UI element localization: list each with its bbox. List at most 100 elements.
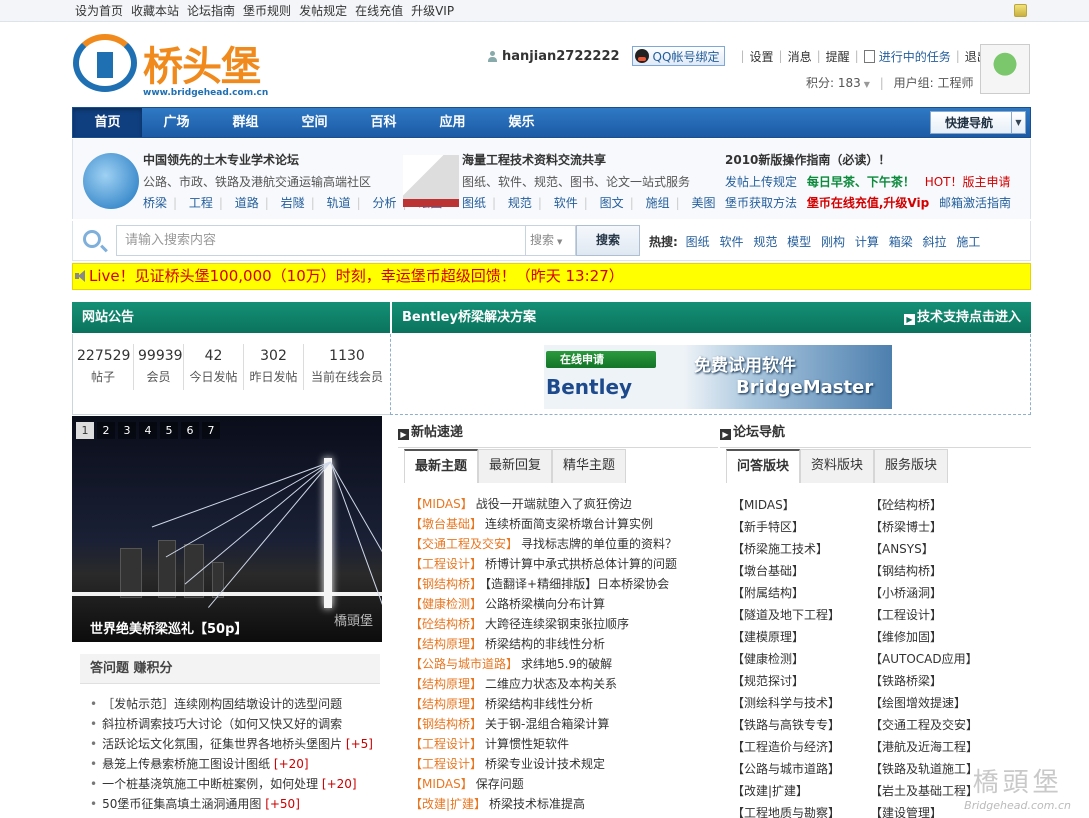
quick-nav-button[interactable]: 快捷导航 ▼ — [930, 111, 1026, 134]
guide-link[interactable]: 发帖上传规定 — [725, 175, 797, 189]
post-title[interactable]: 【造翻译+精细排版】日本桥梁协会 — [485, 577, 669, 591]
post-category[interactable]: 【MIDAS】 — [410, 497, 473, 511]
set-homepage-link[interactable]: 设为首页 — [75, 2, 123, 19]
post-category[interactable]: 【交通工程及交安】 — [410, 537, 518, 551]
guide-link[interactable]: 每日早茶、下午茶！ — [807, 175, 915, 189]
board-link[interactable]: 【砼结构桥】 — [870, 494, 1008, 516]
post-title[interactable]: 计算惯性矩软件 — [485, 737, 569, 751]
post-category[interactable]: 【钢结构桥】 — [410, 717, 482, 731]
list-item[interactable]: 【钢结构桥】 【造翻译+精细排版】日本桥梁协会 — [410, 574, 710, 594]
post-category[interactable]: 【工程设计】 — [410, 737, 482, 751]
slide-page[interactable]: 4 — [139, 422, 157, 439]
tag-link[interactable]: 软件 — [554, 196, 578, 210]
hot-link[interactable]: 图纸 — [686, 235, 710, 249]
post-title[interactable]: 战役一开端就堕入了疯狂傍边 — [476, 497, 632, 511]
slide-caption[interactable]: 世界绝美桥梁巡礼【50p】 — [90, 618, 247, 637]
list-item[interactable]: 【健康检测】 公路桥梁横向分布计算 — [410, 594, 710, 614]
board-link[interactable]: 【港航及近海工程】 — [870, 736, 1008, 758]
list-item[interactable]: 【钢结构桥】 关于钢-混组合箱梁计算 — [410, 714, 710, 734]
post-title[interactable]: 公路桥梁横向分布计算 — [485, 597, 605, 611]
list-item[interactable]: ［发帖示范］连续刚构固结墩设计的选型问题 — [90, 694, 390, 714]
tag-link[interactable]: 轨道 — [327, 196, 351, 210]
settings-link[interactable]: 设置 — [750, 48, 774, 65]
bentley-title[interactable]: Bentley桥梁解决方案 — [402, 310, 536, 325]
hot-link[interactable]: 斜拉 — [923, 235, 947, 249]
post-title[interactable]: 二维应力状态及本构关系 — [485, 677, 617, 691]
post-title[interactable]: 大跨径连续梁钢束张拉顺序 — [485, 617, 629, 631]
post-title[interactable]: 寻找标志牌的单位重的资料？ — [521, 537, 677, 551]
post-category[interactable]: 【结构原理】 — [410, 697, 482, 711]
tasks-link[interactable]: 进行中的任务 — [879, 48, 951, 65]
site-logo[interactable]: 桥头堡 www.bridgehead.com.cn — [73, 32, 268, 102]
promo-title[interactable]: 2010新版操作指南（必读）！ — [725, 151, 1025, 168]
bookmark-link[interactable]: 收藏本站 — [131, 2, 179, 19]
tab-latest-topics[interactable]: 最新主题 — [404, 449, 479, 483]
list-item[interactable]: 【结构原理】 桥梁结构的非线性分析 — [410, 634, 710, 654]
points-display[interactable]: 积分: 183 — [806, 76, 861, 90]
post-category[interactable]: 【改建|扩建】 — [410, 797, 486, 811]
post-title[interactable]: 保存问题 — [476, 777, 524, 791]
avatar[interactable] — [980, 44, 1030, 94]
bentley-banner[interactable]: 在线申请 Bentley 免费试用软件 BridgeMaster — [544, 345, 892, 409]
coin-rules-link[interactable]: 堡币规则 — [243, 2, 291, 19]
board-link[interactable]: 【测绘科学与技术】 — [732, 692, 870, 714]
tag-link[interactable]: 图纸 — [462, 196, 486, 210]
list-item[interactable]: 【MIDAS】 战役一开端就堕入了疯狂傍边 — [410, 494, 710, 514]
board-link[interactable]: 【交通工程及交安】 — [870, 714, 1008, 736]
board-link[interactable]: 【ANSYS】 — [870, 538, 1008, 560]
promo-title[interactable]: 中国领先的土木专业学术论坛 — [143, 151, 393, 168]
board-link[interactable]: 【隧道及地下工程】 — [732, 604, 870, 626]
tag-link[interactable]: 岩隧 — [281, 196, 305, 210]
post-category[interactable]: 【结构原理】 — [410, 637, 482, 651]
board-link[interactable]: 【小桥涵洞】 — [870, 582, 1008, 604]
list-item[interactable]: 【MIDAS】 保存问题 — [410, 774, 710, 794]
slide-page[interactable]: 2 — [97, 422, 115, 439]
tag-link[interactable]: 道路 — [235, 196, 259, 210]
slide-page[interactable]: 1 — [76, 422, 94, 439]
post-category[interactable]: 【砼结构桥】 — [410, 617, 482, 631]
support-link[interactable]: ▶ 技术支持点击进入 — [903, 302, 1021, 333]
hot-link[interactable]: 软件 — [719, 235, 743, 249]
search-scope-select[interactable]: 搜索 — [526, 225, 576, 256]
board-link[interactable]: 【新手特区】 — [732, 516, 870, 538]
board-link[interactable]: 【工程地质与勘察】 — [732, 802, 870, 818]
post-title[interactable]: 求纬地5.9的破解 — [521, 657, 612, 671]
tag-link[interactable]: 美图 — [691, 196, 715, 210]
hot-link[interactable]: 箱梁 — [889, 235, 913, 249]
list-item[interactable]: 【墩台基础】 连续桥面简支梁桥墩台计算实例 — [410, 514, 710, 534]
post-title[interactable]: 桥梁专业设计技术规定 — [485, 757, 605, 771]
nav-groups[interactable]: 群组 — [211, 108, 280, 137]
guide-link[interactable]: 邮箱激活指南 — [939, 196, 1011, 210]
post-rules-link[interactable]: 发帖规定 — [299, 2, 347, 19]
nav-space[interactable]: 空间 — [280, 108, 349, 137]
board-link[interactable]: 【公路与城市道路】 — [732, 758, 870, 780]
slide-page[interactable]: 3 — [118, 422, 136, 439]
search-button[interactable]: 搜索 — [576, 225, 640, 256]
board-link[interactable]: 【绘图增效提速】 — [870, 692, 1008, 714]
board-link[interactable]: 【附属结构】 — [732, 582, 870, 604]
list-item[interactable]: 斜拉桥调索技巧大讨论（如何又快又好的调索 — [90, 714, 390, 734]
post-title[interactable]: 桥博计算中承式拱桥总体计算的问题 — [485, 557, 677, 571]
list-item[interactable]: 【结构原理】 桥梁结构非线性分析 — [410, 694, 710, 714]
upgrade-vip-link[interactable]: 升级VIP — [411, 2, 454, 19]
post-category[interactable]: 【钢结构桥】 — [410, 577, 482, 591]
board-link[interactable]: 【规范探讨】 — [732, 670, 870, 692]
post-category[interactable]: 【公路与城市道路】 — [410, 657, 518, 671]
qq-bind-button[interactable]: QQ帐号绑定 — [631, 46, 726, 66]
tab-latest-replies[interactable]: 最新回复 — [478, 449, 553, 483]
tab-resource-boards[interactable]: 资料版块 — [800, 449, 875, 483]
messages-link[interactable]: 消息 — [788, 48, 812, 65]
post-category[interactable]: 【健康检测】 — [410, 597, 482, 611]
hot-link[interactable]: 计算 — [855, 235, 879, 249]
board-link[interactable]: 【改建|扩建】 — [732, 780, 870, 802]
board-link[interactable]: 【AUTOCAD应用】 — [870, 648, 1008, 670]
search-input[interactable]: 请输入搜索内容 — [116, 225, 526, 256]
slide-page[interactable]: 7 — [202, 422, 220, 439]
forum-guide-link[interactable]: 论坛指南 — [187, 2, 235, 19]
tab-qa-boards[interactable]: 问答版块 — [726, 449, 801, 483]
guide-link[interactable]: 堡币在线充值,升级Vip — [807, 196, 929, 210]
post-category[interactable]: 【结构原理】 — [410, 677, 482, 691]
hot-link[interactable]: 施工 — [956, 235, 980, 249]
slide-page[interactable]: 5 — [160, 422, 178, 439]
chevron-down-icon[interactable]: ▼ — [864, 80, 870, 89]
